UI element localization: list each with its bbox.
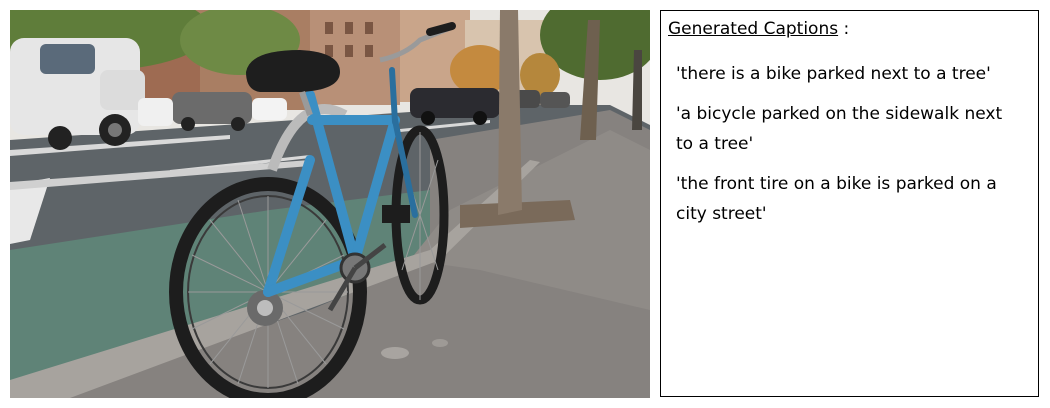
caption-item-1: 'there is a bike parked next to a tree' xyxy=(676,64,991,84)
caption-heading-suffix: : xyxy=(838,19,850,39)
caption-item-2: 'a bicycle parked on the sidewalk next t… xyxy=(676,104,1003,154)
caption-list: 'there is a bike parked next to a tree' … xyxy=(676,59,1021,239)
caption-panel: Generated Captions : 'there is a bike pa… xyxy=(660,10,1039,397)
sidewalk-spot xyxy=(381,347,409,359)
caption-heading: Generated Captions : xyxy=(668,19,849,39)
tree-trunk xyxy=(498,10,522,215)
caption-item-3: 'the front tire on a bike is parked on a… xyxy=(676,174,997,224)
street-photo xyxy=(10,10,650,398)
caption-heading-text: Generated Captions xyxy=(668,19,839,39)
van xyxy=(10,38,145,150)
